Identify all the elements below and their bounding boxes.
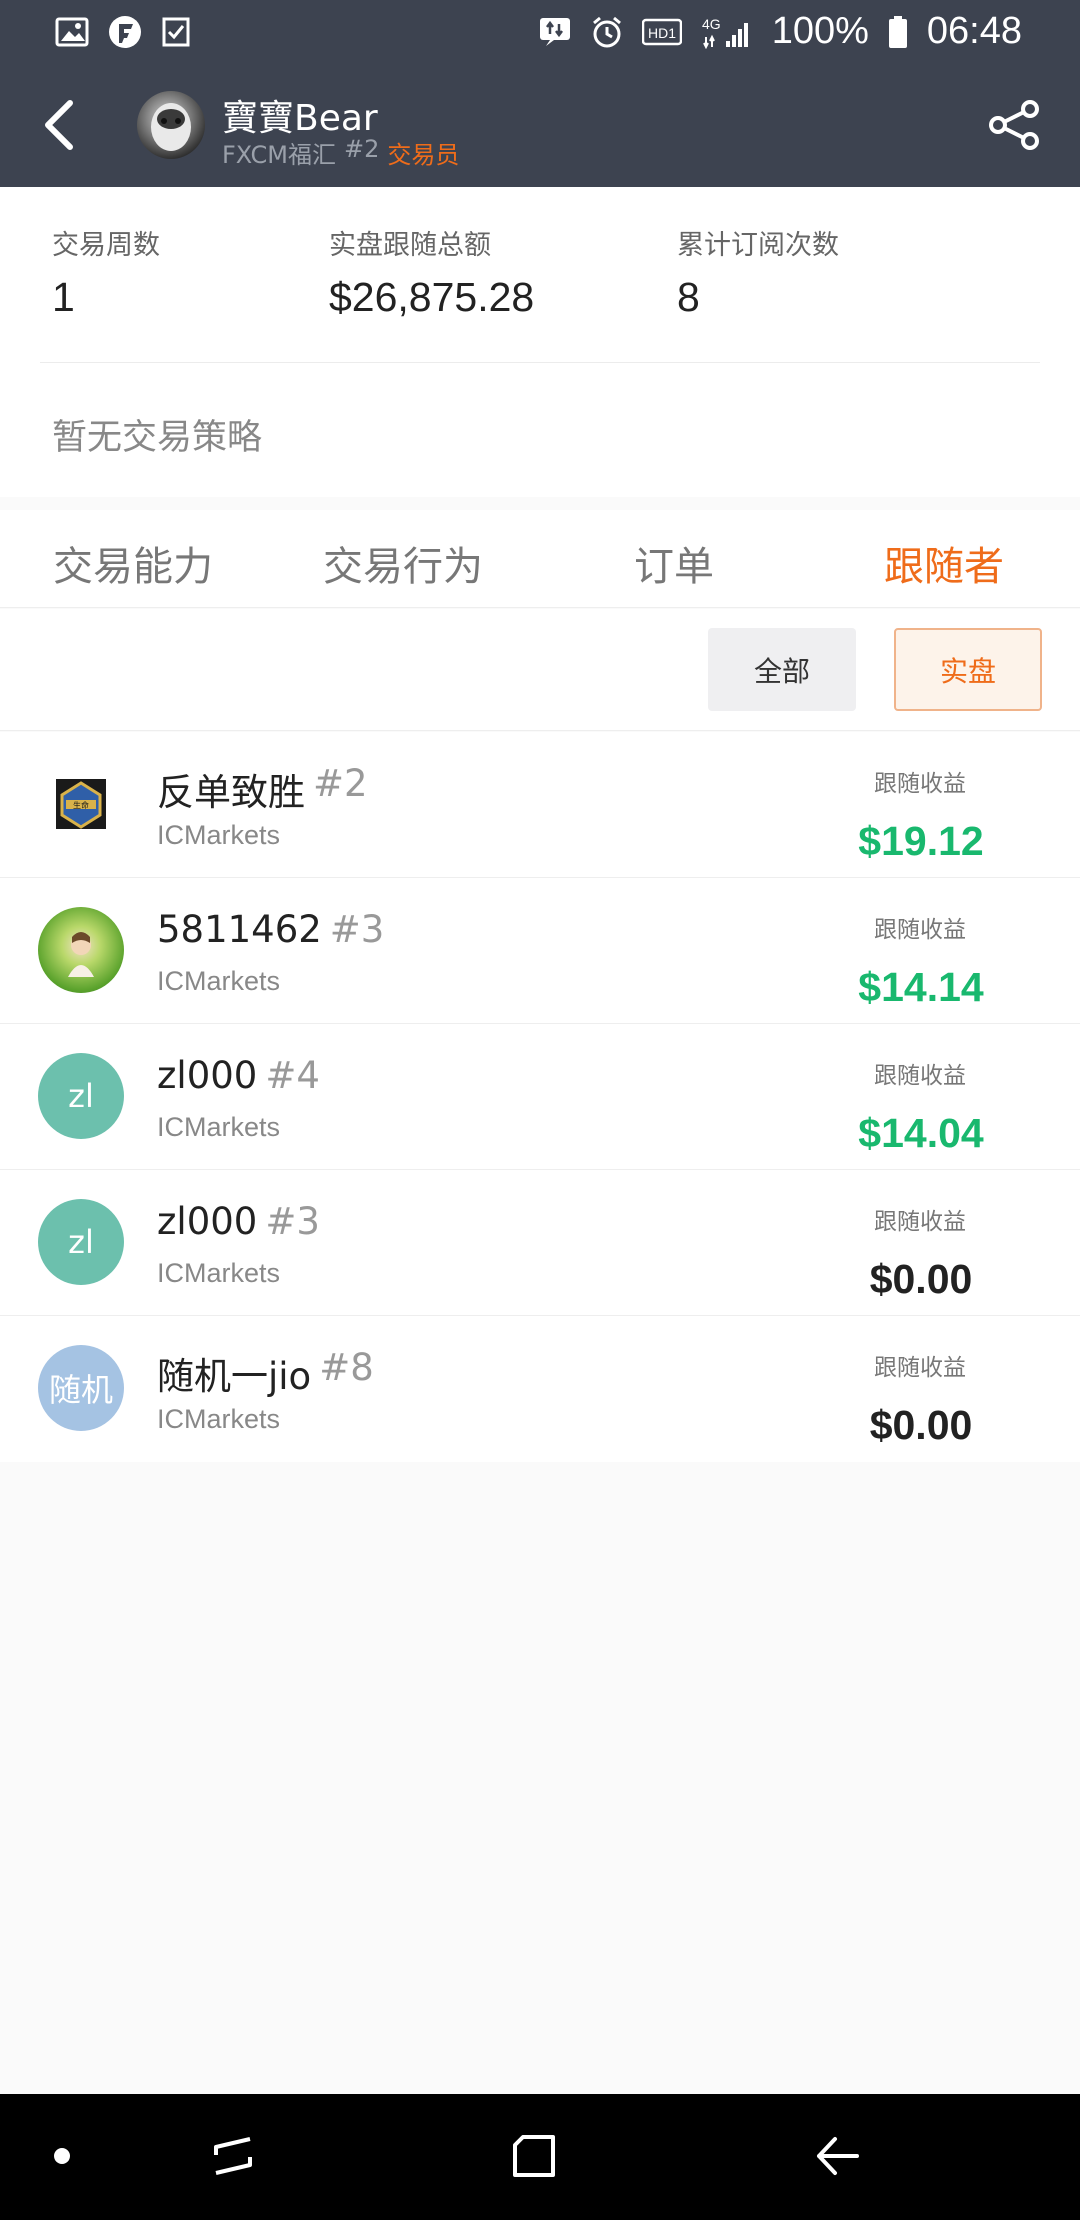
earn-value: $19.12 bbox=[858, 818, 984, 864]
follower-rank: #3 bbox=[329, 908, 385, 951]
stat-subscriptions: 累计订阅次数 8 bbox=[677, 223, 839, 321]
strategy-text: 暂无交易策略 bbox=[52, 418, 263, 458]
follower-avatar: zl bbox=[38, 1199, 124, 1285]
follower-broker: ICMarkets bbox=[157, 1112, 281, 1142]
stat-label: 交易周数 bbox=[52, 230, 160, 261]
home-button[interactable] bbox=[502, 2124, 566, 2188]
stat-value: 8 bbox=[677, 274, 700, 320]
trader-rank: #2 bbox=[343, 135, 380, 163]
follower-avatar: 随机 bbox=[38, 1345, 124, 1431]
follower-name: 5811462 #3 bbox=[157, 908, 384, 951]
task-check-icon bbox=[161, 16, 191, 48]
follower-avatar bbox=[38, 907, 124, 993]
flipboard-icon bbox=[107, 14, 143, 50]
filter-real-button[interactable]: 实盘 bbox=[894, 628, 1042, 711]
trader-broker: FXCM福汇 bbox=[222, 141, 336, 169]
earn-label: 跟随收益 bbox=[874, 917, 966, 943]
follower-name-text: zl000 bbox=[157, 1200, 258, 1243]
follower-name: zl000 #3 bbox=[157, 1200, 320, 1243]
stats-panel: 交易周数 1 实盘跟随总额 $26,875.28 累计订阅次数 8 暂无交易策略 bbox=[0, 187, 1080, 497]
list-item[interactable]: zl zl000 #3 ICMarkets 跟随收益 $0.00 bbox=[0, 1170, 1080, 1316]
nav-back-button[interactable] bbox=[806, 2124, 870, 2188]
nav-back-icon bbox=[817, 2137, 859, 2175]
follower-name-text: 5811462 bbox=[157, 908, 322, 951]
stat-follow-total: 实盘跟随总额 $26,875.28 bbox=[329, 223, 534, 321]
stat-value: $26,875.28 bbox=[329, 274, 535, 320]
system-nav-bar bbox=[0, 2094, 1080, 2220]
earn-value: $14.04 bbox=[858, 1110, 984, 1156]
recent-apps-button[interactable] bbox=[201, 2124, 265, 2188]
list-item[interactable]: 随机 随机一jio #8 ICMarkets 跟随收益 $0.00 bbox=[0, 1316, 1080, 1462]
gallery-icon bbox=[55, 17, 89, 47]
follower-list: 生命 反单致胜 #2 ICMarkets 跟随收益 $19.12 5811462 #… bbox=[0, 732, 1080, 1462]
follower-name-text: 反单致胜 bbox=[157, 771, 305, 814]
svg-text:生命: 生命 bbox=[73, 800, 89, 810]
stat-value: 1 bbox=[52, 274, 75, 320]
dot-icon bbox=[54, 2148, 70, 2164]
follower-rank: #3 bbox=[265, 1200, 320, 1243]
home-icon bbox=[513, 2135, 555, 2177]
follower-name-text: zl000 bbox=[157, 1054, 258, 1097]
trader-subtitle: FXCM福汇 #2 交易员 bbox=[222, 135, 459, 170]
trader-role: 交易员 bbox=[387, 141, 460, 169]
back-button[interactable] bbox=[28, 93, 92, 157]
follower-name-text: 随机一jio bbox=[157, 1355, 312, 1398]
stat-label: 累计订阅次数 bbox=[677, 230, 839, 261]
status-bar: HD1 4G 100% 06:48 bbox=[0, 0, 1080, 63]
recent-apps-icon bbox=[214, 2137, 252, 2175]
follower-broker: ICMarkets bbox=[157, 966, 281, 996]
tab-followers[interactable]: 跟随者 bbox=[884, 534, 1004, 592]
earn-value: $0.00 bbox=[869, 1402, 973, 1448]
follower-name: 随机一jio #8 bbox=[157, 1346, 374, 1400]
alarm-icon bbox=[590, 15, 624, 49]
stat-label: 实盘跟随总额 bbox=[329, 230, 491, 261]
follower-avatar: 生命 bbox=[38, 761, 124, 847]
follower-name: 反单致胜 #2 bbox=[157, 762, 368, 816]
battery-percent: 100% bbox=[771, 10, 869, 52]
svg-text:4G: 4G bbox=[702, 16, 721, 32]
battery-icon bbox=[887, 15, 909, 49]
svg-text:HD1: HD1 bbox=[648, 25, 676, 41]
earn-label: 跟随收益 bbox=[874, 1355, 966, 1381]
earn-label: 跟随收益 bbox=[874, 1063, 966, 1089]
trader-avatar[interactable] bbox=[137, 91, 205, 159]
follower-name: zl000 #4 bbox=[157, 1054, 320, 1097]
hd-voice-icon: HD1 bbox=[641, 18, 682, 46]
trader-name: 寶寶Bear bbox=[222, 98, 378, 139]
follower-rank: #4 bbox=[265, 1054, 320, 1097]
header: HD1 4G 100% 06:48 寶寶Bear FXCM福汇 #2 交易员 bbox=[0, 0, 1080, 187]
earn-label: 跟随收益 bbox=[874, 771, 966, 797]
list-item[interactable]: 5811462 #3 ICMarkets 跟随收益 $14.14 bbox=[0, 878, 1080, 1024]
share-icon bbox=[989, 100, 1039, 150]
app-bar: 寶寶Bear FXCM福汇 #2 交易员 bbox=[0, 63, 1080, 187]
earn-value: $0.00 bbox=[869, 1256, 973, 1302]
back-arrow-icon bbox=[45, 100, 73, 150]
tab-trading-ability[interactable]: 交易能力 bbox=[53, 534, 213, 592]
tab-bar: 交易能力 交易行为 订单 跟随者 bbox=[0, 510, 1080, 608]
tab-orders[interactable]: 订单 bbox=[634, 534, 714, 592]
game-badge-icon: 生命 bbox=[56, 779, 106, 829]
follower-broker: ICMarkets bbox=[157, 820, 281, 850]
share-button[interactable] bbox=[982, 93, 1046, 157]
follower-broker: ICMarkets bbox=[157, 1258, 281, 1288]
follower-rank: #2 bbox=[313, 762, 368, 805]
earn-label: 跟随收益 bbox=[874, 1209, 966, 1235]
divider bbox=[40, 362, 1040, 363]
nav-dot-button[interactable] bbox=[30, 2124, 94, 2188]
filter-bar: 全部 实盘 bbox=[0, 609, 1080, 731]
list-item[interactable]: 生命 反单致胜 #2 ICMarkets 跟随收益 $19.12 bbox=[0, 732, 1080, 878]
follower-avatar: zl bbox=[38, 1053, 124, 1139]
clock: 06:48 bbox=[926, 10, 1022, 52]
follower-rank: #8 bbox=[319, 1346, 374, 1389]
stat-trading-weeks: 交易周数 1 bbox=[52, 223, 160, 321]
earn-value: $14.14 bbox=[858, 964, 984, 1010]
follower-broker: ICMarkets bbox=[157, 1404, 281, 1434]
data-transfer-icon bbox=[538, 16, 572, 48]
list-item[interactable]: zl zl000 #4 ICMarkets 跟随收益 $14.04 bbox=[0, 1024, 1080, 1170]
filter-all-button[interactable]: 全部 bbox=[708, 628, 856, 711]
tab-trading-behavior[interactable]: 交易行为 bbox=[323, 534, 483, 592]
signal-4g-icon: 4G bbox=[700, 15, 754, 49]
